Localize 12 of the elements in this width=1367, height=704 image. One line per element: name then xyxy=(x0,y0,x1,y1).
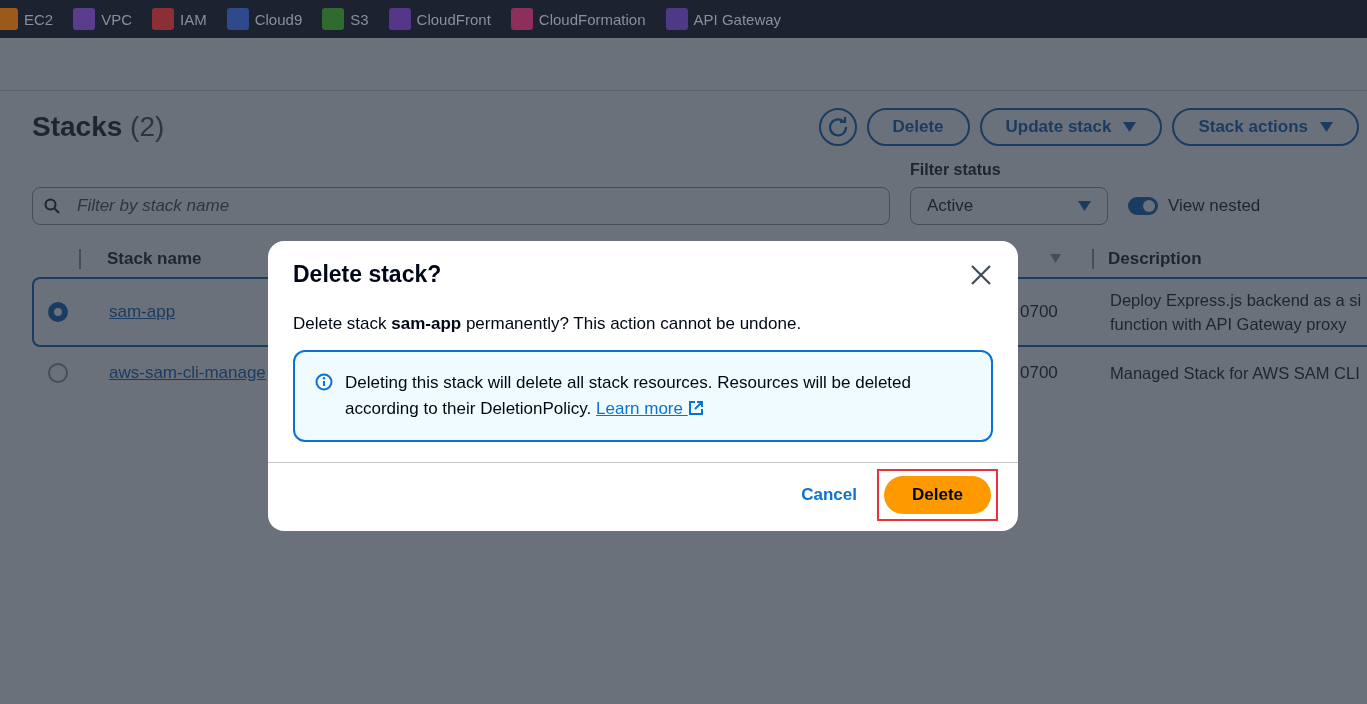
table-cell-text: Managed Stack for AWS SAM CLI xyxy=(1110,363,1361,384)
table-cell-text: 0700 xyxy=(1020,362,1059,384)
page-title: Stacks (2) xyxy=(32,111,165,143)
table-cell-text: 0700 xyxy=(1020,301,1059,323)
alert-text: Deleting this stack will delete all stack resources. Resources will be deleted according to their DeletionPolicy. Learn more xyxy=(345,372,912,420)
table-cell-text: Deploy Express.js backend as a si function with API Gateway proxy xyxy=(1110,290,1363,335)
filter-status-label: Filter status xyxy=(910,161,1002,179)
column-header: Description xyxy=(1108,249,1203,269)
dialog-title: Delete stack? xyxy=(293,261,442,288)
dialog-message: Delete stack sam-app permanently? This action cannot be undone. xyxy=(293,314,803,334)
toggle-label: View nested xyxy=(1168,196,1261,216)
column-header: Stack name xyxy=(107,249,203,269)
